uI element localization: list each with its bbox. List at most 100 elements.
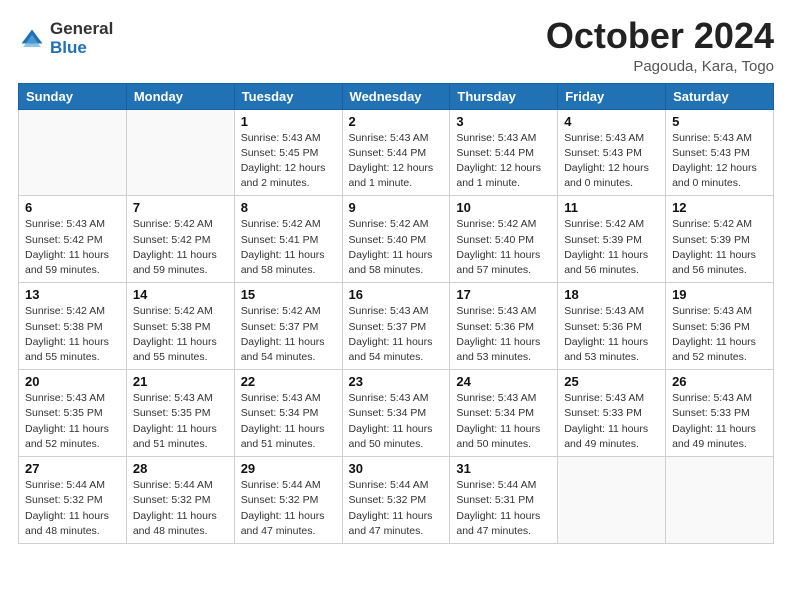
cell-2-0: 13 Sunrise: 5:42 AM Sunset: 5:38 PM Dayli… bbox=[19, 283, 127, 370]
cell-info-3-2: Sunrise: 5:43 AM Sunset: 5:34 PM Dayligh… bbox=[241, 391, 336, 452]
cell-3-5: 25Sunrise: 5:43 AM Sunset: 5:33 PM Dayli… bbox=[558, 370, 666, 457]
cell-0-3: 2 Sunrise: 5:43 AM Sunset: 5:44 PM Daylig… bbox=[342, 109, 450, 196]
calendar-table: Sunday Monday Tuesday Wednesday Thursday… bbox=[18, 83, 774, 544]
cell-day-2-0: 13 bbox=[25, 287, 120, 302]
cell-day-2-1: 14 bbox=[133, 287, 228, 302]
col-thursday: Thursday bbox=[450, 83, 558, 109]
col-saturday: Saturday bbox=[666, 83, 774, 109]
cell-info-1-6: Sunrise: 5:42 AM Sunset: 5:39 PM Dayligh… bbox=[672, 217, 767, 278]
cell-2-4: 17 Sunrise: 5:43 AM Sunset: 5:36 PM Dayli… bbox=[450, 283, 558, 370]
cell-day-3-2: 22 bbox=[241, 374, 336, 389]
cell-info-0-3: Sunrise: 5:43 AM Sunset: 5:44 PM Dayligh… bbox=[349, 131, 444, 192]
col-sunday: Sunday bbox=[19, 83, 127, 109]
header: General Blue October 2024 Pagouda, Kara,… bbox=[18, 16, 774, 75]
header-row: Sunday Monday Tuesday Wednesday Thursday… bbox=[19, 83, 774, 109]
cell-3-3: 23Sunrise: 5:43 AM Sunset: 5:34 PM Dayli… bbox=[342, 370, 450, 457]
cell-info-1-2: Sunrise: 5:42 AM Sunset: 5:41 PM Dayligh… bbox=[241, 217, 336, 278]
cell-day-4-2: 29 bbox=[241, 461, 336, 476]
week-row-0: 1 Sunrise: 5:43 AM Sunset: 5:45 PM Daylig… bbox=[19, 109, 774, 196]
cell-1-1: 7 Sunrise: 5:42 AM Sunset: 5:42 PM Daylig… bbox=[126, 196, 234, 283]
cell-day-1-4: 10 bbox=[456, 200, 551, 215]
week-row-4: 27 Sunrise: 5:44 AM Sunset: 5:32 PM Dayli… bbox=[19, 457, 774, 544]
cell-3-6: 26 Sunrise: 5:43 AM Sunset: 5:33 PM Dayli… bbox=[666, 370, 774, 457]
cell-day-0-2: 1 bbox=[241, 114, 336, 129]
cell-day-4-4: 31 bbox=[456, 461, 551, 476]
cell-4-3: 30Sunrise: 5:44 AM Sunset: 5:32 PM Dayli… bbox=[342, 457, 450, 544]
cell-1-5: 11Sunrise: 5:42 AM Sunset: 5:39 PM Dayli… bbox=[558, 196, 666, 283]
cell-info-1-4: Sunrise: 5:42 AM Sunset: 5:40 PM Dayligh… bbox=[456, 217, 551, 278]
cell-day-3-0: 20 bbox=[25, 374, 120, 389]
cell-info-2-2: Sunrise: 5:42 AM Sunset: 5:37 PM Dayligh… bbox=[241, 304, 336, 365]
col-monday: Monday bbox=[126, 83, 234, 109]
cell-day-3-4: 24 bbox=[456, 374, 551, 389]
cell-day-1-1: 7 bbox=[133, 200, 228, 215]
cell-1-4: 10 Sunrise: 5:42 AM Sunset: 5:40 PM Dayli… bbox=[450, 196, 558, 283]
cell-info-3-4: Sunrise: 5:43 AM Sunset: 5:34 PM Dayligh… bbox=[456, 391, 551, 452]
calendar-title: October 2024 bbox=[546, 16, 774, 56]
cell-2-6: 19Sunrise: 5:43 AM Sunset: 5:36 PM Dayli… bbox=[666, 283, 774, 370]
cell-3-4: 24 Sunrise: 5:43 AM Sunset: 5:34 PM Dayli… bbox=[450, 370, 558, 457]
cell-day-1-6: 12 bbox=[672, 200, 767, 215]
cell-info-0-2: Sunrise: 5:43 AM Sunset: 5:45 PM Dayligh… bbox=[241, 131, 336, 192]
cell-day-2-5: 18 bbox=[564, 287, 659, 302]
cell-info-2-1: Sunrise: 5:42 AM Sunset: 5:38 PM Dayligh… bbox=[133, 304, 228, 365]
cell-day-1-3: 9 bbox=[349, 200, 444, 215]
cell-info-3-0: Sunrise: 5:43 AM Sunset: 5:35 PM Dayligh… bbox=[25, 391, 120, 452]
cell-info-1-0: Sunrise: 5:43 AM Sunset: 5:42 PM Dayligh… bbox=[25, 217, 120, 278]
cell-2-1: 14 Sunrise: 5:42 AM Sunset: 5:38 PM Dayli… bbox=[126, 283, 234, 370]
cell-info-2-3: Sunrise: 5:43 AM Sunset: 5:37 PM Dayligh… bbox=[349, 304, 444, 365]
cell-day-0-3: 2 bbox=[349, 114, 444, 129]
cell-info-0-6: Sunrise: 5:43 AM Sunset: 5:43 PM Dayligh… bbox=[672, 131, 767, 192]
cell-info-3-1: Sunrise: 5:43 AM Sunset: 5:35 PM Dayligh… bbox=[133, 391, 228, 452]
cell-info-4-2: Sunrise: 5:44 AM Sunset: 5:32 PM Dayligh… bbox=[241, 478, 336, 539]
cell-info-2-0: Sunrise: 5:42 AM Sunset: 5:38 PM Dayligh… bbox=[25, 304, 120, 365]
cell-day-2-4: 17 bbox=[456, 287, 551, 302]
cell-1-6: 12 Sunrise: 5:42 AM Sunset: 5:39 PM Dayli… bbox=[666, 196, 774, 283]
week-row-2: 13 Sunrise: 5:42 AM Sunset: 5:38 PM Dayli… bbox=[19, 283, 774, 370]
cell-info-1-5: Sunrise: 5:42 AM Sunset: 5:39 PM Dayligh… bbox=[564, 217, 659, 278]
cell-3-2: 22 Sunrise: 5:43 AM Sunset: 5:34 PM Dayli… bbox=[234, 370, 342, 457]
logo-general: General bbox=[50, 20, 113, 39]
cell-1-2: 8Sunrise: 5:42 AM Sunset: 5:41 PM Daylig… bbox=[234, 196, 342, 283]
cell-info-3-3: Sunrise: 5:43 AM Sunset: 5:34 PM Dayligh… bbox=[349, 391, 444, 452]
cell-info-2-5: Sunrise: 5:43 AM Sunset: 5:36 PM Dayligh… bbox=[564, 304, 659, 365]
logo: General Blue bbox=[18, 20, 113, 57]
cell-day-4-1: 28 bbox=[133, 461, 228, 476]
cell-4-0: 27 Sunrise: 5:44 AM Sunset: 5:32 PM Dayli… bbox=[19, 457, 127, 544]
cell-day-0-6: 5 bbox=[672, 114, 767, 129]
cell-info-4-1: Sunrise: 5:44 AM Sunset: 5:32 PM Dayligh… bbox=[133, 478, 228, 539]
col-friday: Friday bbox=[558, 83, 666, 109]
cell-info-2-4: Sunrise: 5:43 AM Sunset: 5:36 PM Dayligh… bbox=[456, 304, 551, 365]
cell-3-1: 21Sunrise: 5:43 AM Sunset: 5:35 PM Dayli… bbox=[126, 370, 234, 457]
cell-info-3-6: Sunrise: 5:43 AM Sunset: 5:33 PM Dayligh… bbox=[672, 391, 767, 452]
cell-info-4-4: Sunrise: 5:44 AM Sunset: 5:31 PM Dayligh… bbox=[456, 478, 551, 539]
cell-day-3-6: 26 bbox=[672, 374, 767, 389]
cell-2-2: 15Sunrise: 5:42 AM Sunset: 5:37 PM Dayli… bbox=[234, 283, 342, 370]
cell-day-1-0: 6 bbox=[25, 200, 120, 215]
week-row-1: 6 Sunrise: 5:43 AM Sunset: 5:42 PM Daylig… bbox=[19, 196, 774, 283]
cell-0-4: 3Sunrise: 5:43 AM Sunset: 5:44 PM Daylig… bbox=[450, 109, 558, 196]
cell-0-2: 1 Sunrise: 5:43 AM Sunset: 5:45 PM Daylig… bbox=[234, 109, 342, 196]
cell-info-0-5: Sunrise: 5:43 AM Sunset: 5:43 PM Dayligh… bbox=[564, 131, 659, 192]
logo-icon bbox=[18, 26, 46, 54]
logo-text: General Blue bbox=[50, 20, 113, 57]
calendar-subtitle: Pagouda, Kara, Togo bbox=[546, 58, 774, 75]
cell-info-4-3: Sunrise: 5:44 AM Sunset: 5:32 PM Dayligh… bbox=[349, 478, 444, 539]
cell-info-1-1: Sunrise: 5:42 AM Sunset: 5:42 PM Dayligh… bbox=[133, 217, 228, 278]
logo-blue: Blue bbox=[50, 39, 113, 58]
week-row-3: 20 Sunrise: 5:43 AM Sunset: 5:35 PM Dayli… bbox=[19, 370, 774, 457]
page: General Blue October 2024 Pagouda, Kara,… bbox=[0, 0, 792, 612]
cell-1-0: 6 Sunrise: 5:43 AM Sunset: 5:42 PM Daylig… bbox=[19, 196, 127, 283]
cell-4-4: 31 Sunrise: 5:44 AM Sunset: 5:31 PM Dayli… bbox=[450, 457, 558, 544]
cell-0-1 bbox=[126, 109, 234, 196]
cell-0-0 bbox=[19, 109, 127, 196]
cell-day-4-0: 27 bbox=[25, 461, 120, 476]
cell-4-2: 29 Sunrise: 5:44 AM Sunset: 5:32 PM Dayli… bbox=[234, 457, 342, 544]
cell-day-2-3: 16 bbox=[349, 287, 444, 302]
cell-info-1-3: Sunrise: 5:42 AM Sunset: 5:40 PM Dayligh… bbox=[349, 217, 444, 278]
cell-info-0-4: Sunrise: 5:43 AM Sunset: 5:44 PM Dayligh… bbox=[456, 131, 551, 192]
cell-day-2-6: 19 bbox=[672, 287, 767, 302]
cell-day-3-5: 25 bbox=[564, 374, 659, 389]
cell-0-6: 5 Sunrise: 5:43 AM Sunset: 5:43 PM Daylig… bbox=[666, 109, 774, 196]
cell-info-4-0: Sunrise: 5:44 AM Sunset: 5:32 PM Dayligh… bbox=[25, 478, 120, 539]
